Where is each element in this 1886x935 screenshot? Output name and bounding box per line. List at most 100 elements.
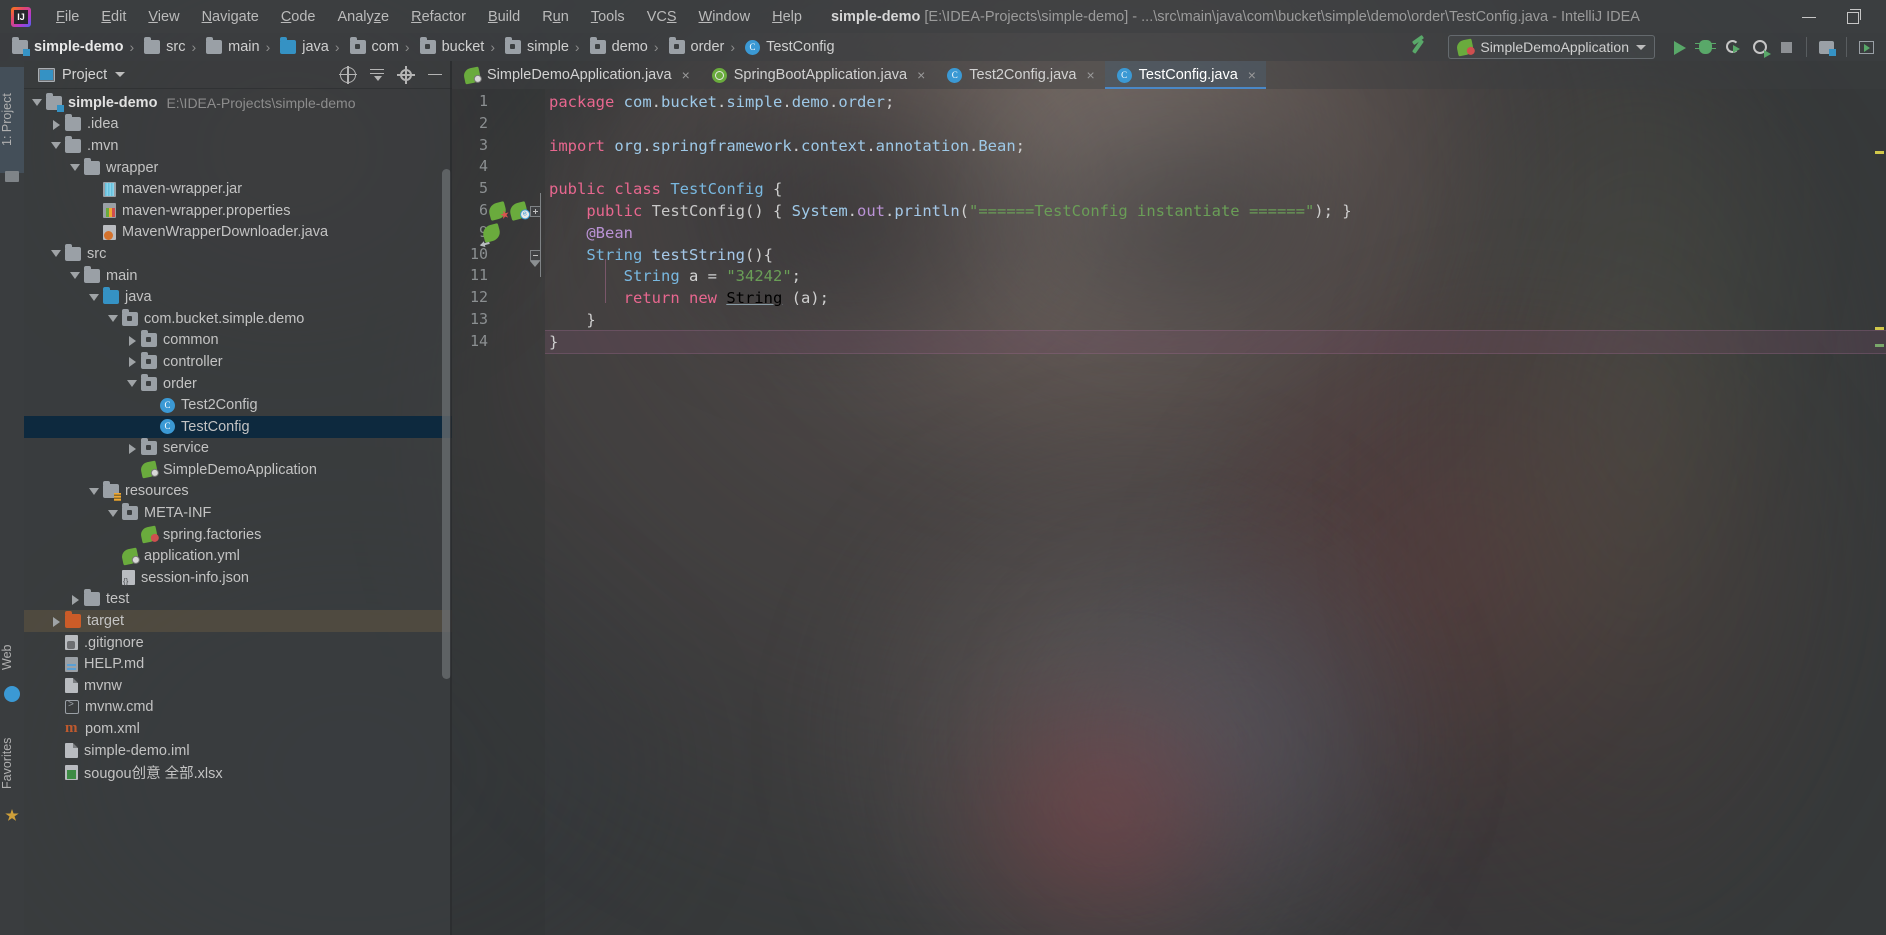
menu-item-vcs[interactable]: VCS: [636, 5, 688, 29]
code-line[interactable]: import org.springframework.context.annot…: [549, 136, 1025, 158]
tree-item-order[interactable]: order: [24, 373, 452, 395]
tree-item-pom-xml[interactable]: pom.xml: [24, 718, 452, 740]
menu-item-refactor[interactable]: Refactor: [400, 5, 477, 29]
menu-item-tools[interactable]: Tools: [580, 5, 636, 29]
run-button[interactable]: [1665, 34, 1692, 61]
tree-item-maven-wrapper-jar[interactable]: maven-wrapper.jar: [24, 178, 452, 200]
tree-item-controller[interactable]: controller: [24, 351, 452, 373]
tree-item-mvnw[interactable]: mvnw: [24, 675, 452, 697]
tree-item-target[interactable]: target: [24, 610, 452, 632]
code-line[interactable]: @Bean: [549, 223, 633, 245]
code-editor[interactable]: 12345691011121314 e package com.bucket.s…: [452, 89, 1886, 935]
spring-bean-circle-icon[interactable]: e: [508, 201, 532, 221]
menu-item-code[interactable]: Code: [270, 5, 327, 29]
close-tab-icon[interactable]: ×: [1248, 67, 1256, 83]
breadcrumb-item-simple[interactable]: simple: [499, 33, 571, 61]
breadcrumb-item-bucket[interactable]: bucket: [414, 33, 487, 61]
chevron-right-icon[interactable]: [51, 616, 62, 627]
tree-item-mavenwrapperdownloader-java[interactable]: MavenWrapperDownloader.java: [24, 222, 452, 244]
expand-fold-icon[interactable]: [530, 206, 541, 217]
tree-item-simpledemoapplication[interactable]: SimpleDemoApplication: [24, 459, 452, 481]
hammer-icon[interactable]: [1410, 37, 1434, 57]
locate-file-button[interactable]: [339, 65, 357, 84]
close-tab-icon[interactable]: ×: [682, 67, 690, 83]
hide-panel-button[interactable]: [426, 66, 444, 84]
chevron-right-icon[interactable]: [70, 594, 81, 605]
collapse-all-button[interactable]: [368, 66, 386, 84]
sidebar-tab-project[interactable]: 1: Project: [0, 67, 24, 173]
breadcrumb-item-order[interactable]: order: [663, 33, 727, 61]
chevron-down-icon[interactable]: [70, 270, 81, 281]
chevron-right-icon[interactable]: [127, 335, 138, 346]
chevron-down-icon[interactable]: [70, 162, 81, 173]
breadcrumb-item-java[interactable]: java: [274, 33, 331, 61]
tree-item-help-md[interactable]: HELP.md: [24, 653, 452, 675]
chevron-down-icon[interactable]: [108, 508, 119, 519]
tree-item-meta-inf[interactable]: META-INF: [24, 502, 452, 524]
menu-item-run[interactable]: Run: [531, 5, 580, 29]
panel-divider[interactable]: [450, 61, 452, 935]
editor-scrollbar[interactable]: [1874, 89, 1886, 935]
chevron-down-icon[interactable]: [108, 313, 119, 324]
chevron-down-icon[interactable]: [89, 292, 100, 303]
editor-gutter[interactable]: 12345691011121314 e: [452, 89, 545, 935]
tree-item-resources[interactable]: resources: [24, 481, 452, 503]
tree-item-gitignore[interactable]: .gitignore: [24, 632, 452, 654]
spring-bean-leaf-icon[interactable]: [487, 201, 508, 221]
tree-item-test2config[interactable]: Test2Config: [24, 394, 452, 416]
tab-testconfig[interactable]: TestConfig.java ×: [1104, 61, 1267, 89]
tree-item-session-info-json[interactable]: session-info.json: [24, 567, 452, 589]
tree-item-idea[interactable]: .idea: [24, 114, 452, 136]
settings-gear-button[interactable]: [397, 66, 415, 84]
tab-simpledemoapplication[interactable]: SimpleDemoApplication.java ×: [452, 61, 700, 89]
chevron-right-icon[interactable]: [127, 356, 138, 368]
tree-item-testconfig[interactable]: TestConfig: [24, 415, 452, 438]
tree-item-wrapper[interactable]: wrapper: [24, 157, 452, 179]
warning-marker[interactable]: [1875, 151, 1884, 154]
debug-button[interactable]: [1692, 34, 1719, 61]
tree-item-java[interactable]: java: [24, 286, 452, 308]
breadcrumb-item-main[interactable]: main: [200, 33, 261, 61]
breadcrumb-item-src[interactable]: src: [138, 33, 187, 61]
tree-item-com-bucket-simple-demo[interactable]: com.bucket.simple.demo: [24, 308, 452, 330]
tree-item-mvn[interactable]: .mvn: [24, 135, 452, 157]
menu-item-window[interactable]: Window: [688, 5, 762, 29]
menu-item-file[interactable]: File: [45, 5, 90, 29]
tree-item-sougou-xlsx[interactable]: sougou创意 全部.xlsx: [24, 761, 452, 783]
tree-item-simple-demo-iml[interactable]: simple-demo.iml: [24, 740, 452, 762]
tree-item-simple-demo[interactable]: simple-demo E:\IDEA-Projects\simple-demo: [24, 92, 452, 114]
menu-item-navigate[interactable]: Navigate: [191, 5, 270, 29]
chevron-down-icon[interactable]: [115, 72, 126, 77]
tab-test2config[interactable]: Test2Config.java ×: [935, 61, 1104, 89]
stop-button[interactable]: [1773, 34, 1800, 61]
project-structure-button[interactable]: [1813, 34, 1840, 61]
chevron-right-icon[interactable]: [127, 443, 138, 454]
tree-item-test[interactable]: test: [24, 589, 452, 611]
chevron-down-icon[interactable]: [51, 140, 62, 151]
chevron-down-icon[interactable]: [89, 486, 100, 497]
maximize-icon[interactable]: [1844, 8, 1862, 26]
code-line[interactable]: package com.bucket.simple.demo.order;: [549, 92, 894, 114]
tree-item-mvnw-cmd[interactable]: mvnw.cmd: [24, 697, 452, 719]
sidebar-tab-web[interactable]: Web: [0, 626, 24, 688]
tree-item-maven-wrapper-properties[interactable]: maven-wrapper.properties: [24, 200, 452, 222]
tree-item-common[interactable]: common: [24, 330, 452, 352]
minimize-icon[interactable]: [1800, 8, 1818, 26]
run-configuration-selector[interactable]: SimpleDemoApplication: [1448, 35, 1655, 59]
chevron-down-icon[interactable]: [127, 378, 138, 389]
tree-item-application-yml[interactable]: application.yml: [24, 545, 452, 567]
run-with-coverage-button[interactable]: [1746, 34, 1773, 61]
sidebar-tab-favorites[interactable]: Favorites: [0, 714, 24, 812]
code-line[interactable]: public class TestConfig {: [549, 179, 782, 201]
info-marker[interactable]: [1875, 344, 1884, 347]
chevron-right-icon[interactable]: [51, 119, 62, 130]
rerun-button[interactable]: [1719, 34, 1746, 61]
code-line[interactable]: public TestConfig() { System.out.println…: [549, 201, 1351, 223]
menu-item-edit[interactable]: Edit: [90, 5, 137, 29]
breadcrumb-item-demo[interactable]: demo: [584, 33, 650, 61]
tree-item-spring-factories[interactable]: spring.factories: [24, 524, 452, 546]
breadcrumb-item-testconfig[interactable]: TestConfig: [739, 33, 837, 61]
collapse-fold-icon[interactable]: [530, 250, 541, 261]
close-tab-icon[interactable]: ×: [1086, 67, 1094, 83]
project-tree[interactable]: simple-demo E:\IDEA-Projects\simple-demo.…: [24, 89, 452, 783]
